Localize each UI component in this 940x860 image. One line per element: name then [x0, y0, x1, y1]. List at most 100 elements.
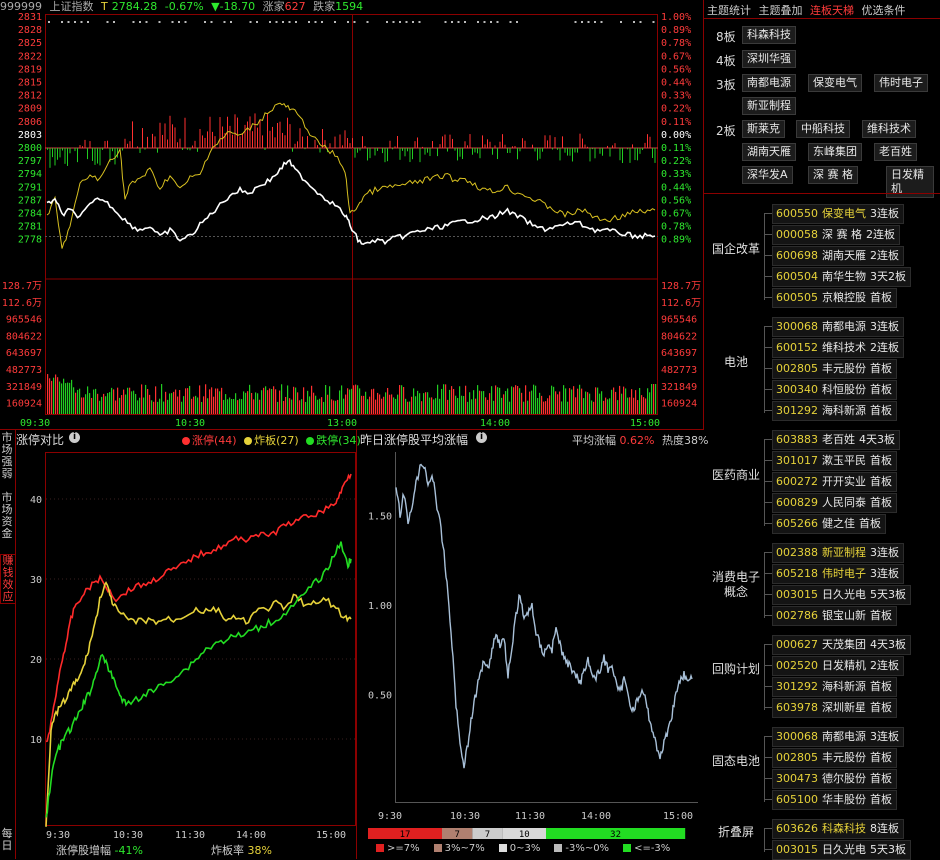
theme-stock-row[interactable]: 301292 海科新源 首板	[772, 401, 897, 421]
theme-stock-row[interactable]: 002786 银宝山新 首板	[772, 606, 897, 626]
theme-stock-row[interactable]: 600152 维科技术 2连板	[772, 338, 904, 358]
volume-bar	[493, 400, 495, 414]
compare-x-tick: 14:00	[236, 830, 266, 841]
ladder-stock-tag[interactable]: 老百姓	[874, 143, 917, 161]
breadth-bar-up	[362, 136, 363, 148]
theme-stock-row[interactable]: 000627 天茂集团 4天3板	[772, 635, 911, 655]
tab-theme-stats[interactable]: 主题统计	[707, 4, 751, 17]
breadth-bar-down	[492, 148, 493, 155]
ladder-stock-tag[interactable]: 伟时电子	[874, 74, 928, 92]
theme-stock-row[interactable]: 605100 华丰股份 首板	[772, 790, 897, 810]
ladder-stock-tag[interactable]: 深 赛 格	[808, 166, 858, 184]
theme-stock-row[interactable]: 600272 开开实业 首板	[772, 472, 897, 492]
price-tick-left: 2828	[18, 25, 42, 36]
theme-stock-row[interactable]: 003015 日久光电 5天3板	[772, 585, 911, 605]
theme-stock-row[interactable]: 300068 南都电源 3连板	[772, 727, 904, 747]
stock-name: 保变电气	[822, 207, 866, 220]
theme-stock-row[interactable]: 300068 南都电源 3连板	[772, 317, 904, 337]
theme-stock-row[interactable]: 300340 科恒股份 首板	[772, 380, 897, 400]
tab-theme-overlay[interactable]: 主题叠加	[759, 4, 803, 17]
compare-chart[interactable]: 40 30 20 10 9:30 10:30 11:30 14:00 15:00	[16, 444, 356, 844]
avg-y-tick: 0.50	[368, 691, 392, 702]
tab-filter[interactable]: 优选条件	[862, 4, 906, 17]
theme-stock-row[interactable]: 600698 湖南天雁 2连板	[772, 246, 904, 266]
compare-y-tick: 20	[30, 655, 42, 666]
breadth-bar-up	[502, 134, 503, 148]
info-icon[interactable]: i	[476, 432, 487, 443]
theme-stock-row[interactable]: 600550 保变电气 3连板	[772, 204, 904, 224]
ladder-stock-tag[interactable]: 中船科技	[796, 120, 850, 138]
board-count: 首板	[870, 404, 892, 417]
breadth-bar-down	[634, 148, 636, 161]
theme-stock-row[interactable]: 605218 伟时电子 3连板	[772, 564, 904, 584]
event-marker	[509, 21, 512, 23]
volume-bar	[543, 401, 545, 414]
theme-stock-row[interactable]: 300473 德尔股份 首板	[772, 769, 897, 789]
breadth-bar-up	[252, 131, 253, 148]
theme-stock-row[interactable]: 600829 人民同泰 首板	[772, 493, 897, 513]
stock-name: 健之佳	[822, 517, 855, 530]
theme-stock-row[interactable]: 000058 深 赛 格 2连板	[772, 225, 900, 245]
ladder-stock-tag[interactable]: 南都电源	[742, 74, 796, 92]
event-marker	[314, 21, 317, 23]
avg-chart[interactable]: 1.50 1.00 0.50 9:30 10:30 11:30 14:00 15:00	[358, 444, 703, 824]
ladder-stock-tag[interactable]: 东峰集团	[808, 143, 862, 161]
theme-stock-row[interactable]: 603626 科森科技 8连板	[772, 819, 904, 839]
event-marker	[366, 21, 369, 23]
breadth-bar-down	[479, 148, 481, 159]
volume-bar	[509, 401, 511, 414]
theme-stock-row[interactable]: 002805 丰元股份 首板	[772, 359, 897, 379]
event-marker	[451, 21, 453, 23]
tab-market-funds[interactable]: 市场资金	[0, 492, 14, 540]
theme-stock-row[interactable]: 301017 漱玉平民 首板	[772, 451, 897, 471]
stock-code: 603883	[776, 433, 818, 446]
volume-bar	[203, 396, 205, 414]
volume-bar	[435, 398, 437, 414]
distribution-count: 7	[485, 830, 490, 840]
ladder-stock-tag[interactable]: 深华发A	[742, 166, 793, 184]
volume-bar	[193, 396, 195, 414]
theme-stock-row[interactable]: 003015 日久光电 5天3板	[772, 840, 911, 860]
breadth-bar-down	[437, 148, 438, 157]
theme-stock-row[interactable]: 002388 新亚制程 3连板	[772, 543, 904, 563]
breadth-bar-down	[367, 148, 368, 161]
theme-stock-row[interactable]: 002520 日发精机 2连板	[772, 656, 904, 676]
breadth-bar-up	[532, 144, 533, 148]
theme-stock-row[interactable]: 603883 老百姓 4天3板	[772, 430, 900, 450]
ladder-stock-tag[interactable]: 维科技术	[862, 120, 916, 138]
info-icon[interactable]: i	[69, 432, 80, 443]
distribution-legend-label: <=-3%	[634, 843, 671, 854]
legend-swatch-icon	[623, 844, 632, 852]
intraday-chart[interactable]: 2831 2828 2825 2822 2819 2815 2812 2809 2806 2803…	[0, 0, 704, 430]
breadth-bar-up	[489, 141, 491, 148]
stock-code: 002520	[776, 659, 818, 672]
volume-bar	[523, 401, 525, 414]
breadth-bar-up	[297, 141, 298, 148]
volume-bar	[459, 386, 461, 414]
event-marker	[490, 21, 492, 23]
volume-bar	[227, 399, 229, 414]
ladder-stock-tag[interactable]: 斯莱克	[742, 120, 785, 138]
volume-bar	[117, 387, 119, 414]
theme-stock-row[interactable]: 600505 京粮控股 首板	[772, 288, 897, 308]
theme-stock-row[interactable]: 301292 海科新源 首板	[772, 677, 897, 697]
volume-bar	[607, 399, 609, 414]
theme-stock-row[interactable]: 600504 南华生物 3天2板	[772, 267, 911, 287]
volume-bar	[375, 399, 377, 414]
event-marker	[412, 21, 414, 23]
theme-stock-row[interactable]: 002805 丰元股份 首板	[772, 748, 897, 768]
ladder-stock-tag[interactable]: 湖南天雁	[742, 143, 796, 161]
tab-market-strength[interactable]: 市场强弱	[0, 432, 14, 480]
theme-stock-row[interactable]: 605266 健之佳 首板	[772, 514, 886, 534]
breadth-bar-up	[234, 114, 236, 148]
ladder-stock-tag[interactable]: 深圳华强	[742, 50, 796, 68]
volume-bar	[613, 387, 615, 414]
tab-daily[interactable]: 每日	[0, 828, 14, 852]
ladder-stock-tag[interactable]: 保变电气	[808, 74, 862, 92]
theme-stock-row[interactable]: 603978 深圳新星 首板	[772, 698, 897, 718]
ladder-stock-tag[interactable]: 新亚制程	[742, 97, 796, 115]
ladder-stock-tag[interactable]: 科森科技	[742, 26, 796, 44]
tab-board-ladder[interactable]: 连板天梯	[810, 4, 854, 17]
volume-bar	[199, 385, 201, 414]
tab-profit-effect[interactable]: 赚钱效应	[0, 554, 16, 604]
